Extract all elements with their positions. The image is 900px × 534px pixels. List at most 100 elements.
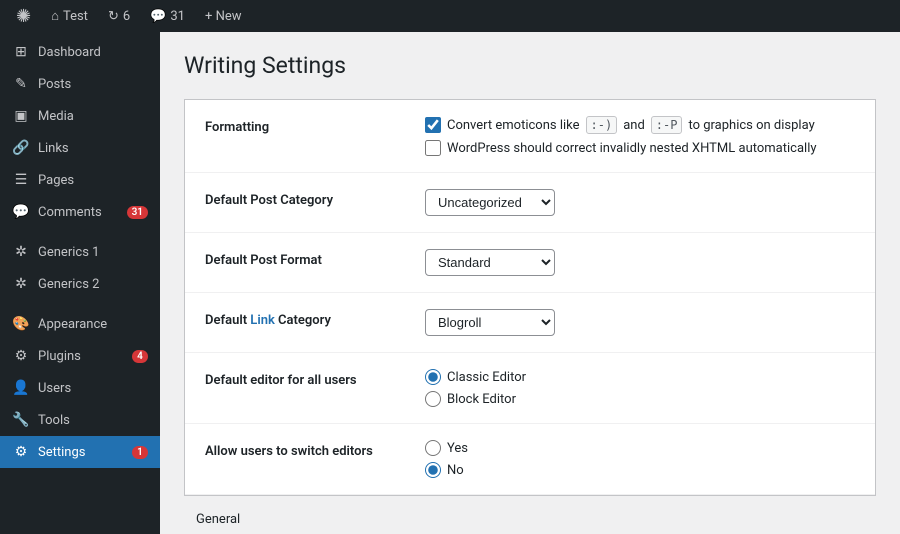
switch-no-label[interactable]: No: [425, 462, 855, 478]
media-icon: ▣: [12, 108, 30, 124]
generics2-icon: ✲: [12, 276, 30, 292]
emoticons-text-after: to graphics on display: [688, 118, 814, 133]
generics1-icon: ✲: [12, 244, 30, 260]
tools-icon: 🔧: [12, 412, 30, 428]
emoticon-code-2: :-P: [651, 116, 683, 134]
sidebar-item-label: Users: [38, 381, 148, 396]
switch-yes-radio[interactable]: [425, 440, 441, 456]
default-post-category-row: Default Post Category Uncategorized: [185, 173, 875, 233]
wp-logo-item[interactable]: ✺: [8, 0, 39, 32]
default-post-category-label: Default Post Category: [205, 189, 425, 208]
sidebar-item-generics2[interactable]: ✲ Generics 2: [0, 268, 160, 300]
sidebar-item-label: Dashboard: [38, 45, 148, 60]
comments-badge: 31: [127, 206, 148, 219]
default-post-format-row: Default Post Format Standard: [185, 233, 875, 293]
main-layout: ⊞ Dashboard ✎ Posts ▣ Media 🔗 Links ☰ Pa…: [0, 32, 900, 534]
emoticons-label[interactable]: Convert emoticons like :-) and :-P to gr…: [425, 116, 855, 134]
sidebar-item-label: Appearance: [38, 317, 148, 332]
xhtml-checkbox[interactable]: [425, 140, 441, 156]
sidebar-item-plugins[interactable]: ⚙ Plugins 4: [0, 340, 160, 372]
sidebar-item-tools[interactable]: 🔧 Tools: [0, 404, 160, 436]
post-format-select[interactable]: Standard: [425, 249, 555, 276]
links-icon: 🔗: [12, 140, 30, 156]
sidebar-item-posts[interactable]: ✎ Posts: [0, 68, 160, 100]
comments-sidebar-icon: 💬: [12, 204, 30, 220]
sidebar-item-label: Links: [38, 141, 148, 156]
admin-bar: ✺ ⌂ Test ↻ 6 💬 31 + New: [0, 0, 900, 32]
allow-switch-field: Yes No: [425, 440, 855, 478]
emoticon-code-1: :-): [586, 116, 618, 134]
switch-no-radio[interactable]: [425, 462, 441, 478]
settings-icon: ⚙: [12, 444, 30, 460]
sidebar-item-label: Comments: [38, 205, 119, 220]
classic-editor-label[interactable]: Classic Editor: [425, 369, 855, 385]
subnav-general[interactable]: General: [184, 504, 253, 534]
sidebar-item-generics1[interactable]: ✲ Generics 1: [0, 236, 160, 268]
default-post-format-label: Default Post Format: [205, 249, 425, 268]
content-area: Writing Settings Formatting Convert emot…: [160, 32, 900, 534]
default-editor-row: Default editor for all users Classic Edi…: [185, 353, 875, 424]
sidebar-item-label: Posts: [38, 77, 148, 92]
comments-icon: 💬: [150, 9, 166, 24]
sidebar-item-label: Media: [38, 109, 148, 124]
emoticons-checkbox[interactable]: [425, 117, 441, 133]
classic-editor-radio[interactable]: [425, 369, 441, 385]
sidebar-item-dashboard[interactable]: ⊞ Dashboard: [0, 36, 160, 68]
default-link-category-label: Default Link Category: [205, 309, 425, 328]
sidebar-item-appearance[interactable]: 🎨 Appearance: [0, 308, 160, 340]
sidebar-item-label: Plugins: [38, 349, 124, 364]
block-editor-label[interactable]: Block Editor: [425, 391, 855, 407]
block-editor-text: Block Editor: [447, 392, 516, 407]
comments-count: 31: [170, 9, 185, 24]
sidebar-item-media[interactable]: ▣ Media: [0, 100, 160, 132]
sidebar-item-label: Settings: [38, 445, 124, 460]
updates-item[interactable]: ↻ 6: [100, 0, 138, 32]
xhtml-text: WordPress should correct invalidly neste…: [447, 141, 817, 156]
updates-count: 6: [123, 9, 130, 24]
bottom-bar: General: [184, 496, 876, 534]
settings-badge: 1: [132, 446, 148, 459]
sidebar-divider-2: [0, 300, 160, 308]
default-link-category-field: Blogroll: [425, 309, 855, 336]
settings-form: Formatting Convert emoticons like :-) an…: [184, 99, 876, 496]
sidebar-item-comments[interactable]: 💬 Comments 31: [0, 196, 160, 228]
plugins-icon: ⚙: [12, 348, 30, 364]
switch-yes-label[interactable]: Yes: [425, 440, 855, 456]
post-category-select[interactable]: Uncategorized: [425, 189, 555, 216]
page-title: Writing Settings: [184, 52, 876, 79]
users-icon: 👤: [12, 380, 30, 396]
wp-logo-icon: ✺: [16, 6, 31, 27]
default-editor-label: Default editor for all users: [205, 369, 425, 388]
sidebar-item-pages[interactable]: ☰ Pages: [0, 164, 160, 196]
block-editor-radio[interactable]: [425, 391, 441, 407]
new-item[interactable]: + New: [197, 0, 250, 32]
sidebar: ⊞ Dashboard ✎ Posts ▣ Media 🔗 Links ☰ Pa…: [0, 32, 160, 534]
sidebar-item-users[interactable]: 👤 Users: [0, 372, 160, 404]
formatting-field: Convert emoticons like :-) and :-P to gr…: [425, 116, 855, 156]
emoticons-text-before: Convert emoticons like: [447, 118, 580, 133]
link-highlight: Link: [250, 313, 275, 328]
pages-icon: ☰: [12, 172, 30, 188]
switch-no-text: No: [447, 463, 464, 478]
sidebar-item-label: Generics 1: [38, 245, 148, 260]
link-category-select[interactable]: Blogroll: [425, 309, 555, 336]
sidebar-item-settings[interactable]: ⚙ Settings 1: [0, 436, 160, 468]
home-icon: ⌂: [51, 8, 59, 24]
default-link-category-row: Default Link Category Blogroll: [185, 293, 875, 353]
updates-icon: ↻: [108, 9, 119, 24]
sidebar-divider-1: [0, 228, 160, 236]
formatting-row: Formatting Convert emoticons like :-) an…: [185, 100, 875, 173]
dashboard-icon: ⊞: [12, 44, 30, 60]
sidebar-item-label: Pages: [38, 173, 148, 188]
site-name-item[interactable]: ⌂ Test: [43, 0, 96, 32]
default-post-category-field: Uncategorized: [425, 189, 855, 216]
allow-switch-label: Allow users to switch editors: [205, 440, 425, 459]
emoticons-and: and: [623, 118, 645, 133]
posts-icon: ✎: [12, 76, 30, 92]
comments-item[interactable]: 💬 31: [142, 0, 193, 32]
sidebar-item-links[interactable]: 🔗 Links: [0, 132, 160, 164]
xhtml-label[interactable]: WordPress should correct invalidly neste…: [425, 140, 855, 156]
default-editor-field: Classic Editor Block Editor: [425, 369, 855, 407]
sidebar-item-label: Generics 2: [38, 277, 148, 292]
sidebar-item-label: Tools: [38, 413, 148, 428]
